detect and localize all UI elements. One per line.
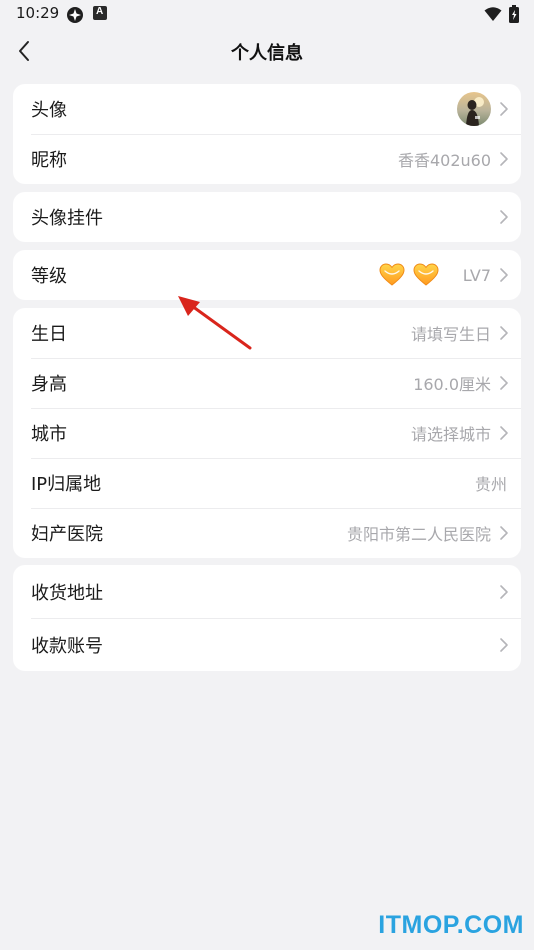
- birthday-right: 请填写生日: [411, 321, 509, 345]
- level-right: LV7: [379, 263, 509, 287]
- pendant-row[interactable]: 头像挂件: [13, 192, 521, 242]
- ip-value: 贵州: [474, 475, 507, 494]
- avatar-label: 头像: [31, 100, 67, 121]
- a-badge-letter: A: [96, 6, 104, 17]
- chevron-right-icon: [500, 584, 508, 599]
- avatar[interactable]: [457, 92, 491, 126]
- level-label: 等级: [31, 266, 67, 287]
- avatar-right: [457, 92, 509, 126]
- header: 个人信息: [0, 30, 534, 74]
- height-label: 身高: [31, 374, 67, 395]
- chevron-right-icon: [500, 268, 508, 282]
- level-badges: [379, 263, 439, 287]
- pendant-card: 头像挂件: [13, 192, 521, 242]
- status-right: [484, 5, 520, 23]
- chevron-right-icon: [500, 426, 508, 440]
- profile-card: 头像 昵称 香香402u60: [13, 84, 521, 184]
- height-value: 160.0厘米: [413, 375, 491, 394]
- chevron-right-icon: [500, 152, 508, 166]
- account-card: 收货地址 收款账号: [13, 565, 521, 671]
- ip-row: IP归属地 贵州: [13, 458, 521, 508]
- wifi-icon: [484, 7, 502, 21]
- address-row[interactable]: 收货地址: [13, 565, 521, 618]
- screen: 10:29 A 个人信息 头像 昵称 香香402u60 头像挂件 等级 LV7 …: [0, 0, 534, 950]
- nickname-label: 昵称: [31, 150, 67, 171]
- watermark: ITMOP.COM: [378, 911, 524, 939]
- address-right: [499, 584, 509, 600]
- payment-label: 收款账号: [31, 635, 103, 657]
- chevron-right-icon: [500, 526, 508, 540]
- chevron-right-icon: [500, 102, 508, 116]
- level-value: LV7: [462, 265, 491, 285]
- city-row[interactable]: 城市 请选择城市: [13, 408, 521, 458]
- chevron-right-icon: [500, 210, 508, 224]
- birthday-label: 生日: [31, 324, 67, 345]
- nickname-right: 香香402u60: [398, 147, 509, 171]
- address-label: 收货地址: [31, 582, 103, 604]
- birthday-row[interactable]: 生日 请填写生日: [13, 308, 521, 358]
- nickname-value: 香香402u60: [397, 151, 491, 170]
- avatar-row[interactable]: 头像: [13, 84, 521, 134]
- status-bar: 10:29 A: [0, 0, 534, 30]
- level-card: 等级 LV7: [13, 250, 521, 300]
- height-right: 160.0厘米: [413, 371, 509, 395]
- heart-icon: [379, 263, 405, 286]
- height-row[interactable]: 身高 160.0厘米: [13, 358, 521, 408]
- battery-icon: [509, 5, 519, 23]
- heart-icon: [413, 263, 439, 286]
- level-row[interactable]: 等级 LV7: [13, 250, 521, 300]
- chevron-right-icon: [500, 376, 508, 390]
- pendant-right: [499, 209, 509, 225]
- hospital-row[interactable]: 妇产医院 贵阳市第二人民医院: [13, 508, 521, 558]
- pendant-label: 头像挂件: [31, 208, 103, 229]
- hospital-value: 贵阳市第二人民医院: [346, 525, 491, 544]
- ip-label: IP归属地: [31, 474, 102, 495]
- hospital-right: 贵阳市第二人民医院: [347, 521, 509, 545]
- hospital-label: 妇产医院: [31, 524, 103, 545]
- payment-right: [499, 637, 509, 653]
- status-time: 10:29: [16, 4, 60, 22]
- city-right: 请选择城市: [411, 421, 509, 445]
- chevron-right-icon: [500, 637, 508, 652]
- city-label: 城市: [31, 424, 67, 445]
- ip-right: 贵州: [475, 471, 507, 495]
- chevron-right-icon: [500, 326, 508, 340]
- annotation-arrow: [178, 296, 252, 350]
- city-value: 请选择城市: [410, 425, 491, 444]
- page-title: 个人信息: [231, 43, 303, 64]
- birthday-value: 请填写生日: [410, 325, 491, 344]
- payment-row[interactable]: 收款账号: [13, 618, 521, 671]
- nickname-row[interactable]: 昵称 香香402u60: [13, 134, 521, 184]
- details-card: 生日 请填写生日 身高 160.0厘米 城市 请选择城市 IP归属地 贵州 妇产…: [13, 308, 521, 558]
- sync-icon: [67, 7, 83, 23]
